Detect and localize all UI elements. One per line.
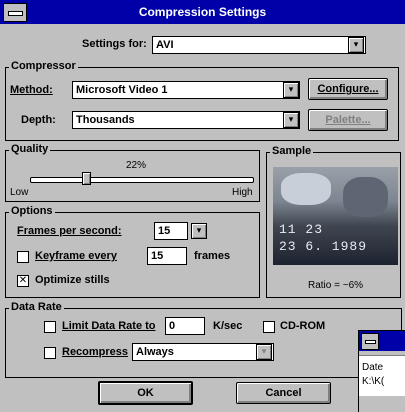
palette-button-label: Palette... [325, 114, 371, 126]
frame-shadow [343, 177, 388, 217]
recompress-value: Always [136, 346, 174, 358]
fps-dropdown-icon[interactable]: ▾ [191, 223, 207, 239]
method-value: Microsoft Video 1 [76, 84, 168, 96]
compression-settings-dialog: Compression Settings Settings for: AVI ▾… [0, 0, 405, 412]
cd-rom-label: CD-ROM [280, 320, 326, 332]
limit-data-rate-value: 0 [169, 320, 176, 332]
settings-for-value: AVI [156, 39, 174, 51]
limit-data-rate-input[interactable]: 0 [165, 317, 205, 335]
window-title: Compression Settings [138, 5, 267, 19]
background-window-panel: Date K:\K( [359, 355, 405, 396]
ok-button[interactable]: OK [98, 381, 193, 405]
method-select[interactable]: Microsoft Video 1 [72, 81, 300, 99]
method-dropdown-icon[interactable]: ▾ [283, 82, 299, 98]
fps-input[interactable]: 15 [154, 222, 188, 240]
background-window[interactable]: Date K:\K( [358, 330, 405, 412]
quality-low-label: Low [10, 187, 29, 198]
quality-group [5, 150, 260, 202]
optimize-stills-checkbox[interactable]: ✕ [17, 275, 29, 287]
limit-data-rate-checkbox[interactable] [44, 321, 56, 333]
limit-data-rate-unit: K/sec [213, 320, 243, 332]
background-window-line1: Date [362, 362, 384, 373]
options-group-label: Options [9, 205, 55, 217]
recompress-checkbox[interactable] [44, 347, 56, 359]
cancel-button-label: Cancel [265, 387, 302, 399]
limit-data-rate-label: Limit Data Rate to [62, 320, 156, 332]
background-system-menu-icon[interactable] [361, 333, 379, 350]
fps-label: Frames per second: [17, 225, 122, 237]
settings-for-label: Settings for: [82, 38, 147, 50]
frame-overlay-line2: 23 6. 1989 [279, 239, 368, 254]
system-menu-icon[interactable] [3, 3, 27, 22]
keyframe-input[interactable]: 15 [147, 247, 187, 265]
frame-highlight [281, 173, 331, 205]
keyframe-value: 15 [151, 250, 164, 262]
quality-slider-thumb[interactable] [82, 172, 91, 185]
keyframe-unit: frames [194, 250, 231, 262]
optimize-stills-label: Optimize stills [35, 274, 110, 286]
quality-slider-track[interactable] [30, 177, 254, 183]
quality-percent: 22% [126, 160, 147, 171]
data-rate-group-label: Data Rate [9, 301, 64, 313]
recompress-label: Recompress [62, 346, 129, 358]
sample-group-label: Sample [270, 145, 314, 157]
palette-button[interactable]: Palette... [308, 109, 388, 131]
depth-label: Depth: [21, 114, 56, 126]
frame-overlay-line1: 11 23 [279, 222, 324, 237]
sample-video-frame: 11 23 23 6. 1989 [273, 167, 398, 265]
keyframe-label: Keyframe every [35, 250, 117, 262]
recompress-dropdown-icon[interactable]: ▾ [256, 344, 272, 360]
method-label: Method: [10, 84, 53, 96]
configure-button-label: Configure... [317, 83, 379, 95]
settings-for-dropdown-icon[interactable]: ▾ [348, 37, 364, 53]
quality-high-label: High [232, 187, 253, 198]
depth-select[interactable]: Thousands [72, 111, 300, 129]
keyframe-checkbox[interactable] [17, 251, 29, 263]
recompress-select[interactable]: Always [132, 343, 274, 361]
configure-button[interactable]: Configure... [308, 78, 388, 100]
depth-dropdown-icon[interactable]: ▾ [283, 112, 299, 128]
depth-value: Thousands [76, 114, 135, 126]
title-bar: Compression Settings [0, 0, 405, 24]
fps-value: 15 [158, 225, 171, 237]
cancel-button[interactable]: Cancel [236, 382, 331, 404]
compressor-group-label: Compressor [9, 60, 78, 72]
ok-button-label: OK [137, 387, 154, 399]
sample-ratio: Ratio = ~6% [308, 280, 364, 291]
settings-for-select[interactable]: AVI [152, 36, 366, 54]
background-window-title-bar [359, 331, 405, 351]
cd-rom-checkbox[interactable] [263, 321, 275, 333]
quality-group-label: Quality [9, 143, 51, 155]
background-window-line2: K:\K( [362, 376, 385, 387]
